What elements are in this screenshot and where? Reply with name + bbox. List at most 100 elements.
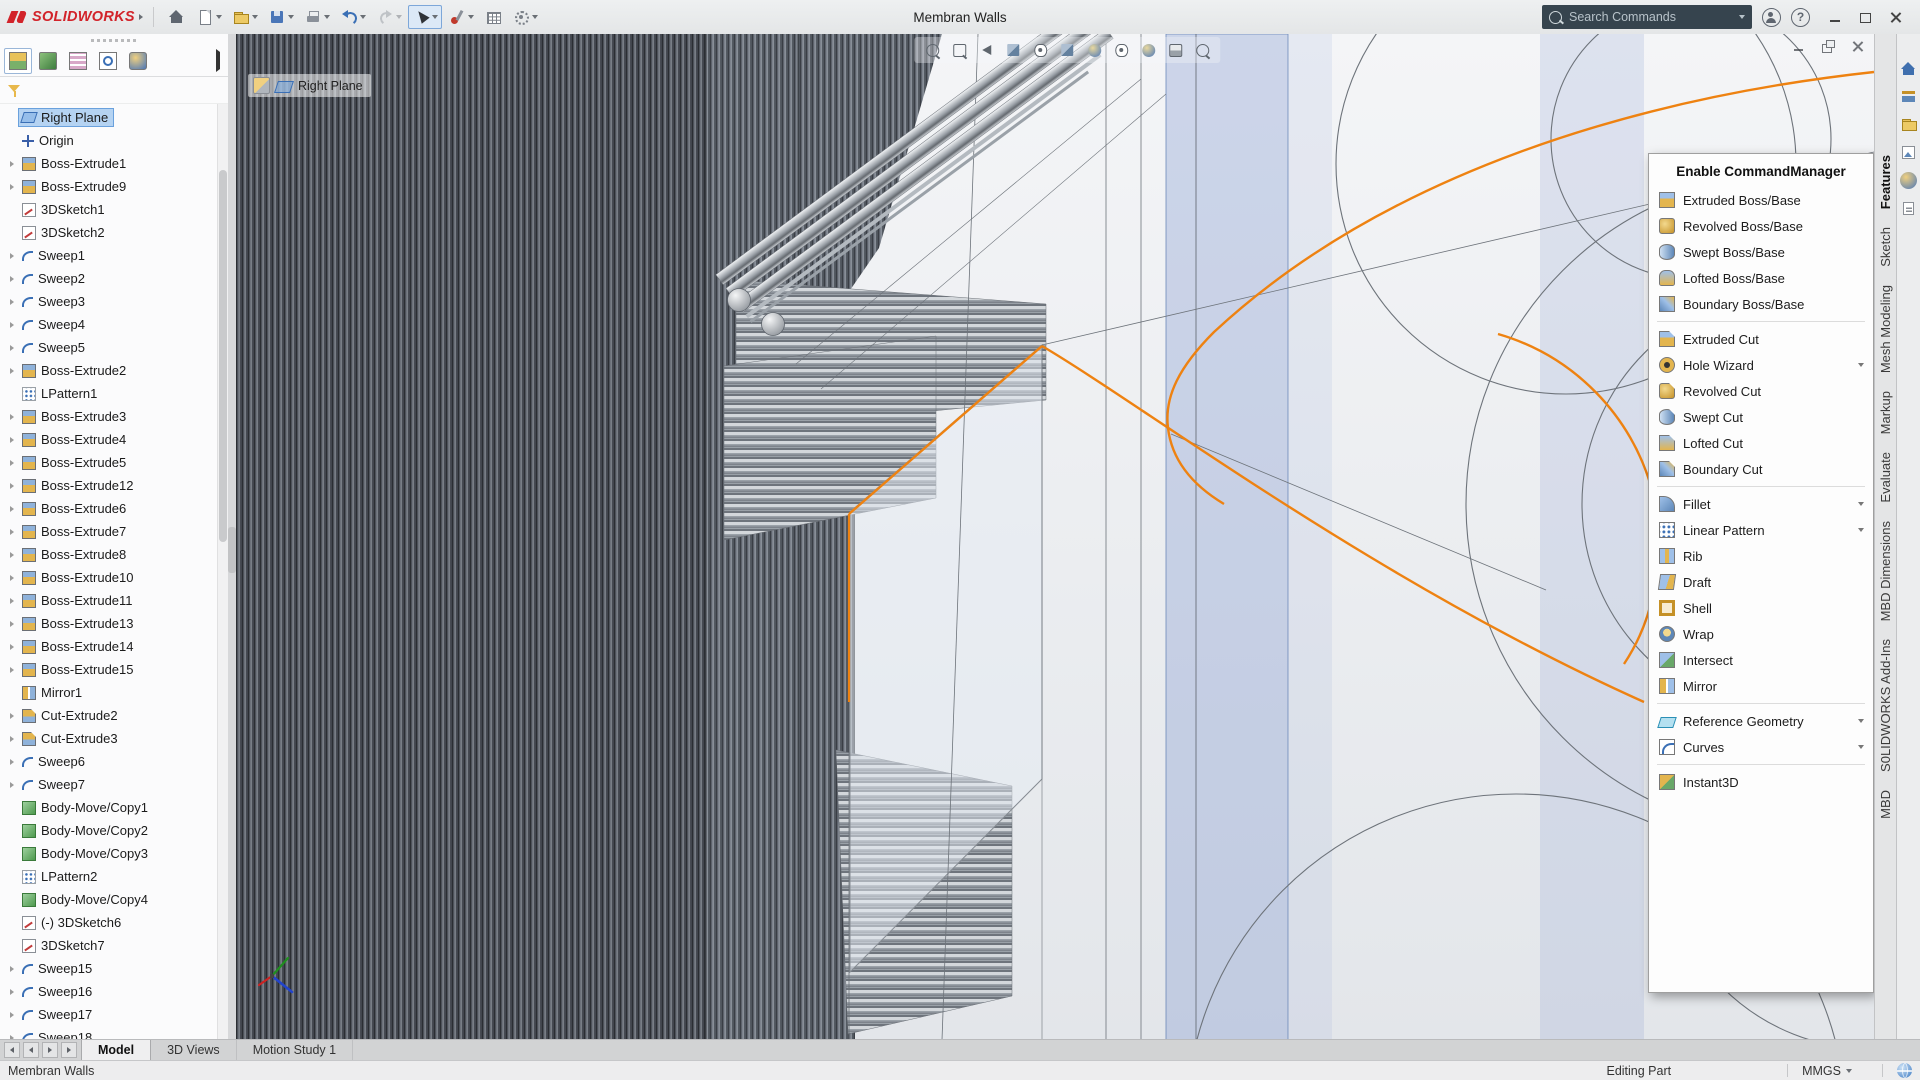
undo-button[interactable]	[336, 5, 370, 29]
menu-item-mirror[interactable]: Mirror	[1649, 673, 1873, 699]
redo-button[interactable]	[372, 5, 406, 29]
menu-item-rib[interactable]: Rib	[1649, 543, 1873, 569]
tree-item-body[interactable]: Sweep5	[18, 338, 91, 357]
tree-item-body[interactable]: Boss-Extrude1	[18, 154, 132, 174]
scroll-first-button[interactable]	[4, 1042, 20, 1058]
tree-item-sweep7[interactable]: Sweep7	[0, 773, 218, 796]
configurationmanager-tab[interactable]	[64, 48, 92, 74]
tab-motion-study-1[interactable]: Motion Study 1	[237, 1040, 353, 1060]
expand-arrow-icon[interactable]	[5, 529, 18, 535]
tree-item-boss-extrude5[interactable]: Boss-Extrude5	[0, 451, 218, 474]
document-minimize-icon[interactable]	[1793, 40, 1806, 53]
previous-view-icon[interactable]	[976, 40, 996, 60]
tree-item-body[interactable]: Body-Move/Copy3	[18, 844, 154, 864]
home-button[interactable]	[164, 5, 190, 29]
tree-item-body[interactable]: 3DSketch1	[18, 200, 111, 220]
menu-item-lofted-cut[interactable]: Lofted Cut	[1649, 430, 1873, 456]
options-button[interactable]	[508, 5, 542, 29]
expand-arrow-icon[interactable]	[5, 345, 18, 351]
tree-item-body[interactable]: Sweep2	[18, 269, 91, 288]
tree-item-sweep17[interactable]: Sweep17	[0, 1003, 218, 1026]
taskpane-appearances-scenes-icon[interactable]	[1900, 172, 1917, 189]
expand-arrow-icon[interactable]	[5, 644, 18, 650]
tree-item-body[interactable]: Sweep3	[18, 292, 91, 311]
menu-item-hole-wizard[interactable]: Hole Wizard	[1649, 352, 1873, 378]
tree-item-sweep16[interactable]: Sweep16	[0, 980, 218, 1003]
commandmanager-tab-features[interactable]: Features	[1878, 155, 1893, 209]
tree-item-sweep5[interactable]: Sweep5	[0, 336, 218, 359]
tree-item-lpattern2[interactable]: LPattern2	[0, 865, 218, 888]
tree-item-boss-extrude14[interactable]: Boss-Extrude14	[0, 635, 218, 658]
document-close-icon[interactable]	[1851, 40, 1864, 53]
tree-item-body-move-copy1[interactable]: Body-Move/Copy1	[0, 796, 218, 819]
tree-item-body-move-copy4[interactable]: Body-Move/Copy4	[0, 888, 218, 911]
tree-item-boss-extrude11[interactable]: Boss-Extrude11	[0, 589, 218, 612]
tree-item-body[interactable]: (-) 3DSketch6	[18, 913, 127, 933]
menu-item-swept-boss-base[interactable]: Swept Boss/Base	[1649, 239, 1873, 265]
menu-item-fillet[interactable]: Fillet	[1649, 491, 1873, 517]
tree-item-body-move-copy3[interactable]: Body-Move/Copy3	[0, 842, 218, 865]
dynamic-annotation-views-icon[interactable]	[1030, 40, 1050, 60]
menu-item-reference-geometry[interactable]: Reference Geometry	[1649, 708, 1873, 734]
tab-3d-views[interactable]: 3D Views	[151, 1040, 237, 1060]
panel-collapse-handle[interactable]	[228, 527, 236, 573]
search-commands-box[interactable]	[1542, 5, 1752, 29]
tree-item-cut-extrude2[interactable]: Cut-Extrude2	[0, 704, 218, 727]
menu-item-wrap[interactable]: Wrap	[1649, 621, 1873, 647]
tree-item-body[interactable]: Sweep6	[18, 752, 91, 771]
scroll-previous-button[interactable]	[23, 1042, 39, 1058]
tree-item-body[interactable]: Boss-Extrude14	[18, 637, 140, 657]
tree-item-body[interactable]: Cut-Extrude2	[18, 706, 124, 726]
solidworks-logo[interactable]: SOLIDWORKS	[8, 9, 143, 25]
tree-item-body[interactable]: LPattern1	[18, 384, 103, 404]
taskpane-design-library-icon[interactable]	[1900, 88, 1917, 105]
tree-item-cut-extrude3[interactable]: Cut-Extrude3	[0, 727, 218, 750]
tree-item-right-plane[interactable]: Right Plane	[0, 106, 218, 129]
document-restore-icon[interactable]	[1822, 40, 1835, 53]
expand-arrow-icon[interactable]	[5, 184, 18, 190]
featuremanager-design-tree-tab[interactable]	[4, 48, 32, 74]
tree-item-body[interactable]: Boss-Extrude7	[18, 522, 132, 542]
menu-item-revolved-boss-base[interactable]: Revolved Boss/Base	[1649, 213, 1873, 239]
displaymanager-tab[interactable]	[124, 48, 152, 74]
expand-arrow-icon[interactable]	[5, 736, 18, 742]
scrollbar-thumb[interactable]	[219, 170, 227, 542]
tree-item-boss-extrude15[interactable]: Boss-Extrude15	[0, 658, 218, 681]
save-button[interactable]	[264, 5, 298, 29]
menu-item-intersect[interactable]: Intersect	[1649, 647, 1873, 673]
new-document-button[interactable]	[192, 5, 226, 29]
commandmanager-tab-sketch[interactable]: Sketch	[1878, 227, 1893, 267]
expand-arrow-icon[interactable]	[5, 483, 18, 489]
view-settings-icon[interactable]	[1192, 40, 1212, 60]
tree-item-body[interactable]: Boss-Extrude10	[18, 568, 140, 588]
tree-item-origin[interactable]: Origin	[0, 129, 218, 152]
tree-item-sweep1[interactable]: Sweep1	[0, 244, 218, 267]
tree-item-body-move-copy2[interactable]: Body-Move/Copy2	[0, 819, 218, 842]
commandmanager-tab-mesh-modeling[interactable]: Mesh Modeling	[1878, 285, 1893, 373]
tree-item-boss-extrude2[interactable]: Boss-Extrude2	[0, 359, 218, 382]
expand-arrow-icon[interactable]	[5, 322, 18, 328]
commandmanager-tab-mbd[interactable]: MBD	[1878, 790, 1893, 819]
tree-item-body[interactable]: Boss-Extrude6	[18, 499, 132, 519]
units-dropdown[interactable]: MMGS	[1802, 1064, 1852, 1078]
menu-item-curves[interactable]: Curves	[1649, 734, 1873, 760]
sketch-ink-button[interactable]	[444, 5, 478, 29]
print-button[interactable]	[300, 5, 334, 29]
expand-arrow-icon[interactable]	[5, 437, 18, 443]
tree-item-body[interactable]: LPattern2	[18, 867, 103, 887]
tree-item-boss-extrude1[interactable]: Boss-Extrude1	[0, 152, 218, 175]
tree-item-boss-extrude9[interactable]: Boss-Extrude9	[0, 175, 218, 198]
tree-item-body[interactable]: Right Plane	[18, 108, 114, 127]
panel-splitter[interactable]	[228, 34, 236, 1040]
zoom-area-icon[interactable]	[949, 40, 969, 60]
tree-item-boss-extrude12[interactable]: Boss-Extrude12	[0, 474, 218, 497]
expand-arrow-icon[interactable]	[5, 782, 18, 788]
scroll-next-button[interactable]	[42, 1042, 58, 1058]
tree-item-body[interactable]: Boss-Extrude3	[18, 407, 132, 427]
graphics-area[interactable]: Right Plane Enable CommandManager Extrud…	[236, 34, 1874, 1040]
hide-show-items-icon[interactable]	[1111, 40, 1131, 60]
tree-item-body[interactable]: 3DSketch2	[18, 223, 111, 243]
tree-item-sweep18[interactable]: Sweep18	[0, 1026, 218, 1040]
expand-arrow-icon[interactable]	[5, 506, 18, 512]
tree-item-body[interactable]: Boss-Extrude2	[18, 361, 132, 381]
